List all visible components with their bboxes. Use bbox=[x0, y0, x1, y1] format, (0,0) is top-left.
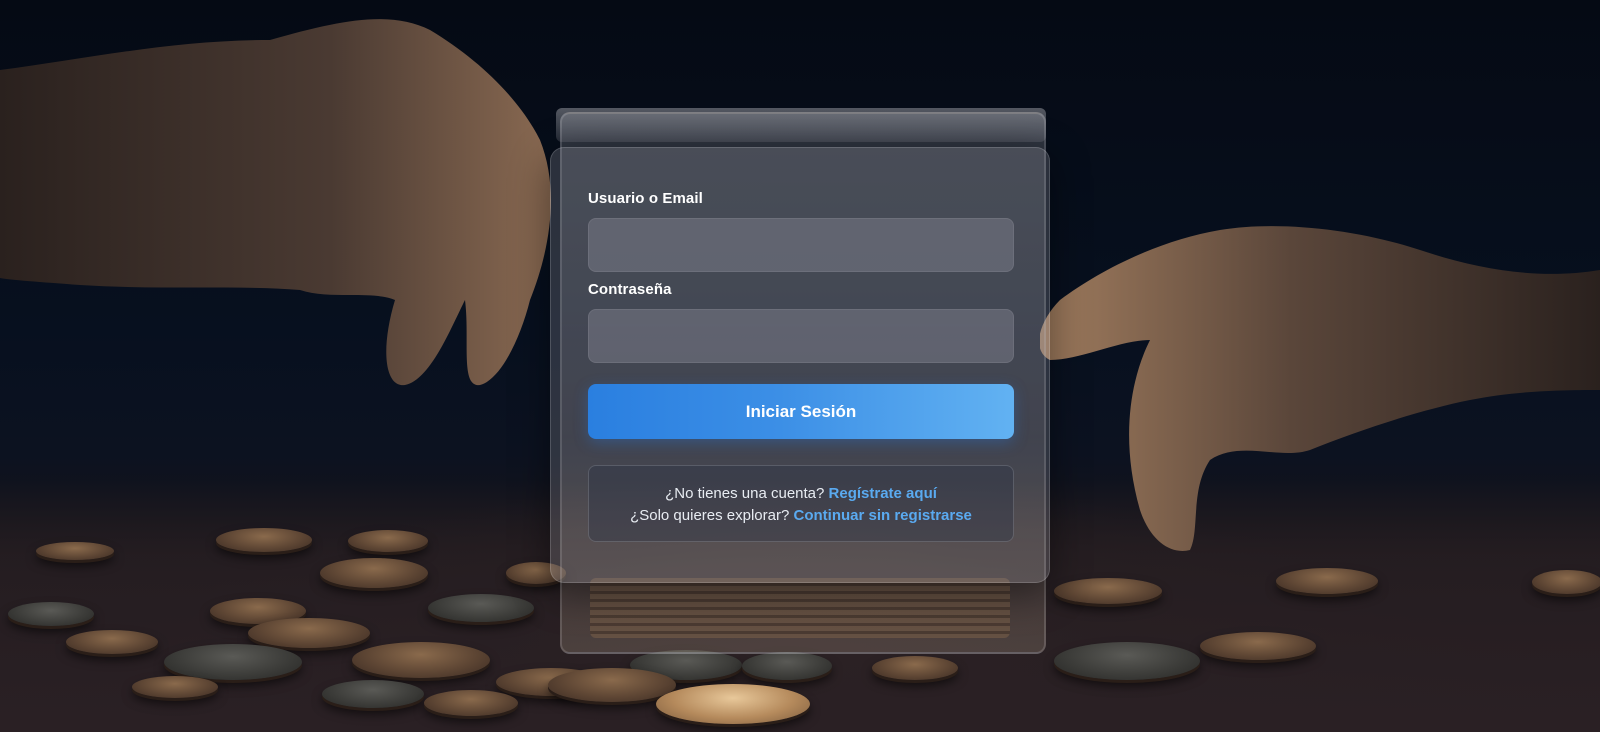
signup-info-box: ¿No tienes una cuenta? Regístrate aquí ¿… bbox=[588, 465, 1014, 542]
coin bbox=[1054, 642, 1200, 680]
coin bbox=[36, 542, 114, 560]
login-card: Usuario o Email Contraseña Iniciar Sesió… bbox=[550, 147, 1050, 583]
coin bbox=[742, 652, 832, 680]
password-label: Contraseña bbox=[588, 281, 672, 298]
coin bbox=[352, 642, 490, 678]
coin bbox=[424, 690, 518, 716]
coin bbox=[428, 594, 534, 622]
username-label: Usuario o Email bbox=[588, 190, 703, 207]
coin bbox=[216, 528, 312, 552]
coin bbox=[320, 558, 428, 588]
guest-line: ¿Solo quieres explorar? Continuar sin re… bbox=[589, 505, 1013, 527]
jar-lid bbox=[556, 108, 1046, 142]
guest-link[interactable]: Continuar sin registrarse bbox=[794, 507, 972, 524]
username-input[interactable] bbox=[588, 218, 1014, 272]
coin bbox=[322, 680, 424, 708]
coin bbox=[132, 676, 218, 698]
coin bbox=[66, 630, 158, 654]
password-input[interactable] bbox=[588, 309, 1014, 363]
coin bbox=[656, 684, 810, 724]
register-prompt: ¿No tienes una cuenta? bbox=[665, 485, 825, 502]
jar-coins bbox=[590, 578, 1010, 638]
coin bbox=[1532, 570, 1600, 594]
login-button[interactable]: Iniciar Sesión bbox=[588, 384, 1014, 439]
register-link[interactable]: Regístrate aquí bbox=[829, 485, 937, 502]
coin bbox=[248, 618, 370, 648]
guest-prompt: ¿Solo quieres explorar? bbox=[630, 507, 790, 524]
left-hand-image bbox=[0, 19, 551, 386]
register-line: ¿No tienes una cuenta? Regístrate aquí bbox=[589, 483, 1013, 505]
coin bbox=[8, 602, 94, 626]
coin bbox=[1054, 578, 1162, 604]
coin bbox=[164, 644, 302, 680]
coin bbox=[872, 656, 958, 680]
coin bbox=[1276, 568, 1378, 594]
coin bbox=[548, 668, 676, 702]
coin bbox=[1200, 632, 1316, 660]
coin bbox=[348, 530, 428, 552]
right-hand-image bbox=[1040, 226, 1600, 551]
login-page: Usuario o Email Contraseña Iniciar Sesió… bbox=[0, 0, 1600, 732]
